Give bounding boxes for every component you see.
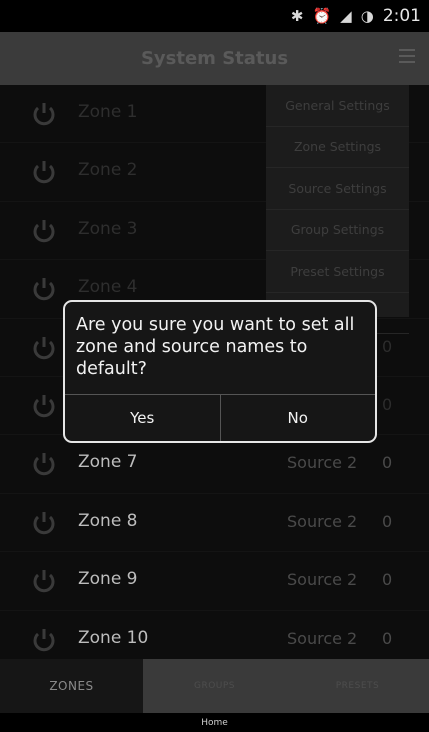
yes-button[interactable]: Yes (65, 395, 220, 441)
zone-volume: 0 (382, 394, 393, 414)
power-icon[interactable] (32, 568, 56, 594)
zone-source: Source 2 (287, 570, 358, 590)
menu-item-source-settings[interactable]: Source Settings (266, 168, 409, 210)
power-icon[interactable] (32, 627, 56, 653)
power-icon[interactable] (32, 218, 56, 244)
zone-volume: 0 (382, 511, 393, 531)
status-bar: ✱ ⏰ ◢ ◑ 2:01 (0, 0, 429, 32)
bottom-tab-bar: ZONES GROUPS PRESETS (0, 659, 429, 713)
confirm-dialog: Are you sure you want to set all zone an… (63, 300, 377, 443)
power-icon[interactable] (32, 510, 56, 536)
zone-row[interactable]: Zone 7 Source 2 0 (0, 435, 429, 494)
signal-icon: ◢ (340, 7, 352, 25)
no-button[interactable]: No (219, 395, 376, 441)
clock-time: 2:01 (382, 6, 421, 26)
zone-name: Zone 8 (78, 510, 138, 531)
tab-zones[interactable]: ZONES (0, 659, 143, 713)
zone-row[interactable]: Zone 8 Source 2 0 (0, 493, 429, 553)
power-icon[interactable] (32, 451, 56, 477)
power-icon[interactable] (32, 101, 56, 127)
zone-name: Zone 2 (78, 160, 138, 181)
battery-icon: ◑ (360, 7, 374, 25)
power-icon[interactable] (32, 276, 56, 302)
alarm-icon: ⏰ (312, 7, 332, 25)
power-icon[interactable] (32, 159, 56, 185)
zone-name: Zone 9 (78, 569, 138, 590)
dialog-message: Are you sure you want to set all zone an… (76, 315, 355, 379)
zone-volume: 0 (382, 628, 393, 648)
zone-volume: 0 (382, 336, 393, 356)
menu-item-preset-settings[interactable]: Preset Settings (266, 251, 409, 293)
page-title: System Status (140, 48, 289, 69)
zone-name: Zone 4 (78, 277, 138, 298)
menu-icon[interactable] (399, 49, 415, 67)
menu-item-general-settings[interactable]: General Settings (266, 85, 409, 127)
zone-name: Zone 1 (78, 102, 138, 122)
zone-name: Zone 10 (78, 627, 149, 648)
zone-volume: 0 (382, 570, 393, 590)
menu-item-group-settings[interactable]: Group Settings (266, 210, 409, 251)
tab-groups[interactable]: GROUPS (143, 659, 286, 713)
dialog-buttons: Yes No (65, 394, 375, 441)
home-button[interactable]: Home (201, 718, 228, 728)
bluetooth-icon: ✱ (290, 7, 304, 25)
zone-source: Source 2 (287, 511, 358, 531)
zone-name: Zone 7 (78, 452, 138, 473)
zone-row[interactable]: Zone 9 Source 2 0 (0, 552, 429, 611)
zone-name: Zone 3 (78, 218, 138, 239)
settings-dropdown-menu: General Settings Zone Settings Source Se… (266, 85, 409, 334)
power-icon[interactable] (32, 335, 56, 361)
system-nav-bar: Home (0, 713, 429, 732)
menu-item-zone-settings[interactable]: Zone Settings (266, 127, 409, 168)
zone-volume: 0 (382, 453, 393, 473)
app-bar: System Status (0, 32, 429, 85)
zone-source: Source 2 (287, 628, 358, 648)
power-icon[interactable] (32, 393, 56, 419)
zone-source: Source 2 (287, 453, 358, 473)
tab-presets[interactable]: PRESETS (286, 659, 429, 713)
